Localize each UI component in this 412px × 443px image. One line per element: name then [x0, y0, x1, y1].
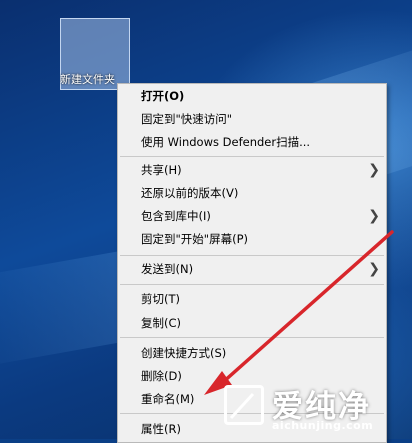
menu-item-label: 创建快捷方式(S): [141, 346, 227, 360]
menu-item-label: 还原以前的版本(V): [141, 186, 239, 200]
menu-item-label: 固定到"开始"屏幕(P): [141, 232, 248, 246]
menu-item-label: 重命名(M): [141, 392, 195, 406]
menu-item-include-in-library[interactable]: 包含到库中(I) ❯: [118, 205, 386, 228]
menu-item-restore-versions[interactable]: 还原以前的版本(V): [118, 182, 386, 205]
menu-separator: [120, 255, 384, 256]
menu-item-defender-scan[interactable]: 使用 Windows Defender扫描...: [118, 131, 386, 154]
menu-separator: [120, 284, 384, 285]
menu-item-copy[interactable]: 复制(C): [118, 312, 386, 335]
menu-item-label: 使用 Windows Defender扫描...: [141, 135, 311, 149]
menu-item-label: 包含到库中(I): [141, 209, 211, 223]
brand-logo-mark-icon: [229, 392, 255, 420]
menu-separator: [120, 156, 384, 157]
menu-item-label: 共享(H): [141, 163, 182, 177]
menu-item-create-shortcut[interactable]: 创建快捷方式(S): [118, 342, 386, 365]
menu-item-label: 打开(O): [141, 89, 185, 103]
menu-item-send-to[interactable]: 发送到(N) ❯: [118, 258, 386, 281]
menu-item-open[interactable]: 打开(O): [118, 85, 386, 108]
chevron-right-icon: ❯: [368, 208, 380, 224]
menu-item-label: 剪切(T): [141, 292, 180, 306]
menu-item-pin-to-start[interactable]: 固定到"开始"屏幕(P): [118, 228, 386, 251]
brand-logo-icon: [224, 385, 264, 425]
menu-item-cut[interactable]: 剪切(T): [118, 288, 386, 311]
menu-item-label: 发送到(N): [141, 262, 194, 276]
menu-item-label: 固定到"快速访问": [141, 112, 233, 126]
menu-item-pin-quick-access[interactable]: 固定到"快速访问": [118, 108, 386, 131]
watermark-url: aichunjing.com: [272, 419, 374, 432]
menu-item-label: 复制(C): [141, 316, 182, 330]
menu-separator: [120, 337, 384, 338]
watermark-logo: 爱纯净 aichunjing.com: [212, 377, 412, 439]
menu-item-share[interactable]: 共享(H) ❯: [118, 159, 386, 182]
menu-item-label: 删除(D): [141, 369, 182, 383]
chevron-right-icon: ❯: [368, 261, 380, 277]
chevron-right-icon: ❯: [368, 162, 380, 178]
menu-item-label: 属性(R): [141, 422, 181, 436]
